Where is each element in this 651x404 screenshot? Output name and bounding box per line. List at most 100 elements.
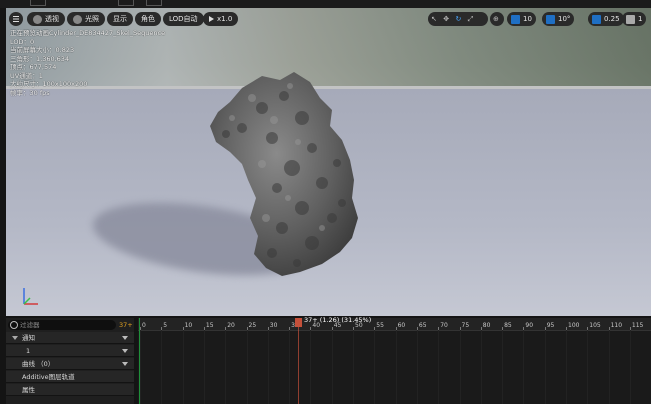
lighting-icon xyxy=(73,14,82,24)
stat-line: 大约尺寸：100x100x200 xyxy=(10,80,88,88)
track-row-additive-layers[interactable]: Additive图层轨道 xyxy=(6,371,134,383)
timeline-gridline xyxy=(523,330,525,404)
camera-icon xyxy=(626,14,635,24)
top-strip xyxy=(0,0,651,8)
track-row-notifies[interactable]: 通知 xyxy=(6,332,134,344)
timeline[interactable]: 0510152025303540455055606570758085909510… xyxy=(138,316,651,404)
viewport-menu-button[interactable] xyxy=(9,12,23,26)
select-icon[interactable]: ↖ xyxy=(431,12,439,26)
ruler-tick-label: 70 xyxy=(440,322,448,329)
show-button[interactable]: 显示 xyxy=(107,12,133,26)
timeline-gridline xyxy=(267,330,269,404)
track-row-attributes[interactable]: 属性 xyxy=(6,384,134,396)
playhead-label: 37+ (1.26) (31.45%) xyxy=(304,316,372,324)
timeline-gridline xyxy=(182,330,184,404)
play-rate-button[interactable]: x1.0 xyxy=(203,12,239,26)
stat-line: 当前屏幕大小：0.823 xyxy=(10,46,75,54)
scale-snap-button[interactable]: 0.25 xyxy=(588,12,624,26)
timeline-gridline xyxy=(289,330,291,404)
world-space-button[interactable]: ⊕ xyxy=(490,12,504,26)
angle-snap-button[interactable]: 10° xyxy=(542,12,575,26)
timeline-gridline xyxy=(310,330,312,404)
track-row-notify-1[interactable]: 1 xyxy=(6,345,134,357)
stat-line: UV通道：1 xyxy=(10,71,43,80)
frame-count: 37+ xyxy=(119,321,133,329)
ruler-tick-label: 105 xyxy=(589,322,601,329)
track-row-curves[interactable]: 曲线 （0） xyxy=(6,358,134,370)
timeline-gridline xyxy=(608,330,610,404)
ruler-tick-label: 25 xyxy=(248,322,257,329)
stat-line: 正在预览动画Cylinder_DE834427_Skel_Sequence xyxy=(10,29,166,37)
axis-gizmo xyxy=(23,288,38,305)
angle-icon xyxy=(546,14,555,24)
timeline-gridline xyxy=(629,330,631,404)
chevron-down-icon[interactable] xyxy=(12,336,18,340)
playhead-handle[interactable] xyxy=(295,318,302,327)
timeline-gridline xyxy=(140,330,141,404)
viewport-stats: 正在预览动画Cylinder_DE834427_Skel_Sequence LO… xyxy=(10,29,165,97)
timeline-gridline xyxy=(225,330,227,404)
timeline-gridline xyxy=(353,330,354,404)
play-icon xyxy=(209,16,214,22)
timeline-gridline xyxy=(331,330,333,404)
ruler-tick-label: 15 xyxy=(205,322,214,329)
ruler-tick-label: 100 xyxy=(568,322,580,329)
ruler-tick-label: 80 xyxy=(482,322,491,329)
timeline-gridline xyxy=(203,330,205,404)
ruler-tick-label: 60 xyxy=(397,322,406,329)
ruler-tick-label: 110 xyxy=(610,322,623,329)
rock-mesh[interactable] xyxy=(202,68,372,278)
scale-snap-icon xyxy=(592,14,601,24)
ruler-tick-label: 30 xyxy=(269,322,278,329)
timeline-gridline xyxy=(246,330,248,404)
timeline-gridline xyxy=(544,330,546,404)
dropdown-icon[interactable] xyxy=(122,362,128,366)
camera-speed-button[interactable]: 1 xyxy=(622,12,647,26)
timeline-gridline xyxy=(480,330,482,404)
move-icon[interactable]: ✥ xyxy=(443,12,451,26)
ruler-tick-label: 65 xyxy=(418,322,427,329)
3d-viewport[interactable]: 透视 光照 显示 角色 LOD自动 x1.0 ↖ ✥ ↻ ⤢ ⊕ 10 10° … xyxy=(6,8,651,316)
stat-line: 顶点：677,574 xyxy=(10,63,57,71)
timeline-gridline xyxy=(459,330,461,404)
ruler-tick-label: 10 xyxy=(184,322,193,329)
dropdown-icon[interactable] xyxy=(122,349,128,353)
timeline-gridline xyxy=(374,330,376,404)
stat-line: LOD：0 xyxy=(10,37,35,46)
lod-button[interactable]: LOD自动 xyxy=(163,12,204,26)
rotate-icon[interactable]: ↻ xyxy=(455,12,463,26)
lighting-button[interactable]: 光照 xyxy=(67,12,105,26)
ruler-tick-label: 90 xyxy=(525,322,534,329)
dropdown-icon[interactable] xyxy=(122,336,128,340)
scale-icon[interactable]: ⤢ xyxy=(468,12,476,26)
character-button[interactable]: 角色 xyxy=(135,12,161,26)
globe-icon: ⊕ xyxy=(493,15,499,23)
hamburger-icon xyxy=(13,16,19,22)
ruler-tick-label: 5 xyxy=(163,322,168,329)
timeline-gridline xyxy=(587,330,589,404)
track-filter-input[interactable]: 过滤器 xyxy=(8,320,116,330)
grid-icon xyxy=(511,14,520,24)
playhead-line xyxy=(298,327,299,404)
timeline-gridline xyxy=(161,330,163,404)
ruler-tick-label: 115 xyxy=(631,322,644,329)
tab-edge xyxy=(118,0,134,6)
transform-tools[interactable]: ↖ ✥ ↻ ⤢ xyxy=(428,12,488,26)
search-icon xyxy=(10,321,18,329)
ruler-tick-label: 95 xyxy=(546,322,555,329)
perspective-button[interactable]: 透视 xyxy=(27,12,65,26)
ruler-tick-label: 55 xyxy=(376,322,384,329)
timeline-gridline xyxy=(566,330,567,404)
ruler-tick-label: 85 xyxy=(504,322,512,329)
track-panel: 过滤器 37+ 通知 1 曲线 （0） Additive图层轨道 属性 xyxy=(6,318,134,404)
timeline-gridline xyxy=(438,330,440,404)
grid-snap-button[interactable]: 10 xyxy=(507,12,536,26)
perspective-icon xyxy=(33,14,42,24)
timeline-gridline xyxy=(502,330,504,404)
time-ruler[interactable]: 0510152025303540455055606570758085909510… xyxy=(138,318,651,331)
ruler-tick-label: 0 xyxy=(142,322,146,329)
tab-edge xyxy=(30,0,46,6)
timeline-gridline xyxy=(395,330,397,404)
tab-edge xyxy=(146,0,162,6)
stat-line: 帧率：30 fps xyxy=(10,88,50,97)
